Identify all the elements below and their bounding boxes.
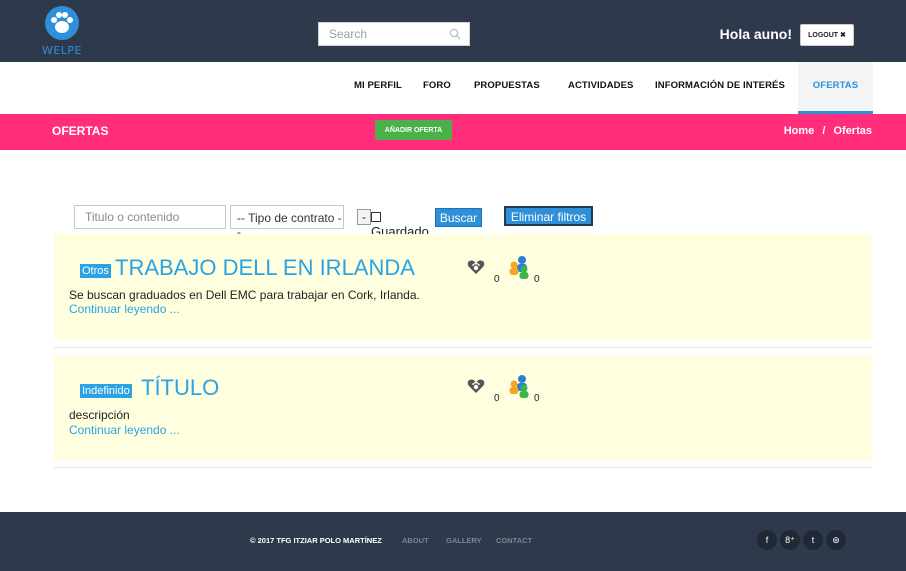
nav-item-mi-perfil[interactable]: MI PERFIL bbox=[354, 62, 402, 114]
google-plus-icon[interactable]: 8⁺ bbox=[780, 530, 800, 550]
search-box bbox=[318, 22, 470, 46]
nav-item-foro[interactable]: FORO bbox=[423, 62, 451, 114]
chevron-down-icon[interactable]: ⌄ bbox=[357, 209, 371, 225]
section-header: OFERTAS AÑADIR OFERTA Home / Ofertas bbox=[0, 114, 906, 150]
nav-item-informacion[interactable]: INFORMACIÓN DE INTERÉS bbox=[655, 62, 785, 114]
continue-reading-link[interactable]: Continuar leyendo ... bbox=[69, 302, 180, 316]
offer-tag: Indefinido bbox=[80, 384, 132, 398]
breadcrumb-home[interactable]: Home bbox=[784, 125, 815, 137]
logout-button[interactable]: LOGOUT ✖ bbox=[800, 24, 854, 46]
applicants-count: 0 bbox=[534, 274, 540, 285]
paw-logo-icon bbox=[45, 6, 79, 40]
offer-description: Se buscan graduados en Dell EMC para tra… bbox=[69, 288, 420, 302]
clear-filters-button[interactable]: Eliminar filtros bbox=[504, 206, 593, 226]
applicants-count: 0 bbox=[534, 393, 540, 404]
search-input[interactable] bbox=[319, 23, 443, 45]
nav-item-propuestas[interactable]: PROPUESTAS bbox=[474, 62, 540, 114]
title-filter-input[interactable] bbox=[74, 205, 226, 229]
add-offer-button[interactable]: AÑADIR OFERTA bbox=[375, 120, 452, 140]
heart-paw-icon[interactable] bbox=[467, 378, 485, 394]
nav-item-actividades[interactable]: ACTIVIDADES bbox=[568, 62, 634, 114]
offer-description: descripción bbox=[69, 408, 130, 422]
nav-item-ofertas[interactable]: OFERTAS bbox=[798, 62, 873, 114]
heart-paw-icon[interactable] bbox=[467, 259, 485, 275]
facebook-icon[interactable]: f bbox=[757, 530, 777, 550]
top-bar: WELPE Hola auno! LOGOUT ✖ bbox=[0, 0, 906, 62]
logo[interactable]: WELPE bbox=[40, 6, 84, 58]
contract-type-select[interactable]: -- Tipo de contrato -- bbox=[230, 205, 344, 239]
logo-text: WELPE bbox=[41, 44, 83, 57]
user-greeting: Hola auno! bbox=[719, 26, 792, 42]
applicants-icon[interactable] bbox=[506, 373, 532, 399]
breadcrumb-separator: / bbox=[822, 125, 826, 137]
continue-reading-link[interactable]: Continuar leyendo ... bbox=[69, 423, 180, 437]
twitter-icon[interactable]: t bbox=[803, 530, 823, 550]
footer: © 2017 TFG ITZIAR POLO MARTÍNEZ ABOUT GA… bbox=[0, 512, 906, 571]
likes-count: 0 bbox=[494, 274, 500, 285]
page-title: OFERTAS bbox=[52, 124, 109, 138]
offer-tag: Otros bbox=[80, 264, 111, 278]
offer-title[interactable]: TRABAJO DELL EN IRLANDA bbox=[115, 255, 415, 281]
main-nav: MI PERFIL FORO PROPUESTAS ACTIVIDADES IN… bbox=[0, 62, 906, 114]
likes-count: 0 bbox=[494, 393, 500, 404]
offer-divider bbox=[54, 467, 872, 468]
offer-title[interactable]: TÍTULO bbox=[141, 375, 219, 401]
offer-card: Indefinido TÍTULO descripción Continuar … bbox=[54, 355, 872, 461]
footer-link-contact[interactable]: CONTACT bbox=[496, 536, 532, 545]
offer-divider bbox=[54, 347, 872, 348]
breadcrumb-current: Ofertas bbox=[833, 125, 872, 137]
offer-card: Otros TRABAJO DELL EN IRLANDA Se buscan … bbox=[54, 234, 872, 340]
breadcrumb: Home / Ofertas bbox=[784, 125, 872, 137]
applicants-icon[interactable] bbox=[506, 254, 532, 280]
search-button[interactable]: Buscar bbox=[435, 208, 482, 227]
footer-link-gallery[interactable]: GALLERY bbox=[446, 536, 482, 545]
dribbble-icon[interactable]: ⊛ bbox=[826, 530, 846, 550]
footer-link-about[interactable]: ABOUT bbox=[402, 536, 429, 545]
copyright-text: © 2017 TFG ITZIAR POLO MARTÍNEZ bbox=[250, 536, 382, 545]
checkbox-icon[interactable] bbox=[371, 212, 381, 222]
search-icon[interactable] bbox=[449, 28, 461, 40]
